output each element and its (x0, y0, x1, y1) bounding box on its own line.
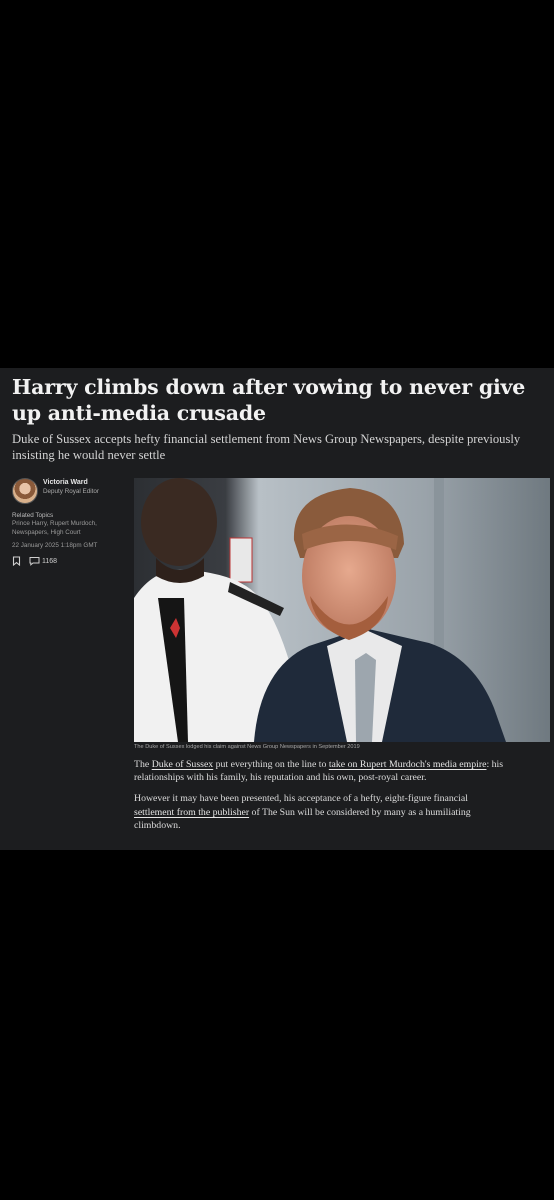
comments-button[interactable]: 1168 (29, 556, 57, 566)
duke-of-sussex-link[interactable]: Duke of Sussex (152, 759, 214, 770)
author-name[interactable]: Victoria Ward (43, 478, 99, 487)
headline: Harry climbs down after vowing to never … (12, 375, 526, 425)
author-byline[interactable]: Victoria Ward Deputy Royal Editor (12, 478, 124, 504)
comment-icon (29, 556, 40, 566)
photo-caption: The Duke of Sussex lodged his claim agai… (134, 744, 360, 750)
standfirst: Duke of Sussex accepts hefty financial s… (12, 432, 521, 462)
related-topics-links[interactable]: Prince Harry, Rupert Murdoch, Newspapers… (12, 520, 124, 537)
murdoch-media-empire-link[interactable]: take on Rupert Murdoch's media empire (329, 759, 487, 770)
article-body: The Duke of Sussex put everything on the… (134, 758, 506, 840)
paragraph-2: However it may have been presented, his … (134, 792, 506, 832)
p1-text-2: put everything on the line to (213, 759, 329, 770)
settlement-link[interactable]: settlement from the publisher (134, 807, 249, 818)
bookmark-icon[interactable] (12, 556, 21, 566)
publish-date: 22 January 2025 1:18pm GMT (12, 542, 98, 549)
author-role: Deputy Royal Editor (43, 488, 99, 495)
author-avatar[interactable] (12, 478, 38, 504)
p1-text-1: The (134, 759, 152, 770)
article-screenshot: Harry climbs down after vowing to never … (0, 368, 554, 850)
related-topics-title: Related Topics (12, 512, 54, 519)
p2-text-1: However it may have been presented, his … (134, 793, 468, 805)
article-photo (134, 478, 550, 742)
paragraph-1: The Duke of Sussex put everything on the… (134, 758, 506, 784)
comment-count: 1168 (42, 557, 58, 565)
article-actions: 1168 (12, 556, 124, 566)
article-sidebar: Victoria Ward Deputy Royal Editor Relate… (12, 478, 124, 566)
